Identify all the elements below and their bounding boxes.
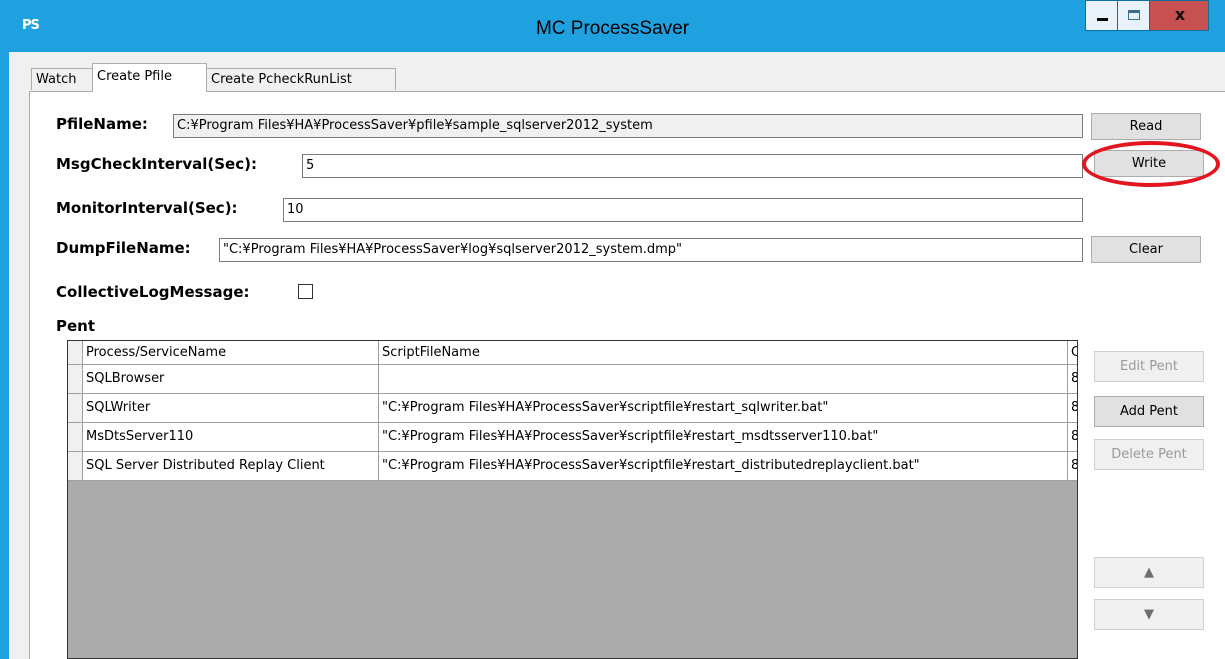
table-row[interactable]: SQLBrowser 8: [68, 365, 1077, 394]
close-icon: x: [1174, 5, 1186, 24]
maximize-icon: [1128, 10, 1140, 20]
move-down-button[interactable]: ▼: [1094, 599, 1204, 630]
tab-create-pfile[interactable]: Create Pfile: [92, 63, 207, 92]
row-header-corner: [68, 341, 83, 364]
process-name-cell[interactable]: SQL Server Distributed Replay Client: [83, 452, 379, 480]
process-name-cell[interactable]: SQLBrowser: [83, 365, 379, 393]
script-file-cell[interactable]: [379, 365, 1068, 393]
pfile-name-label: PfileName:: [56, 115, 148, 133]
tab-create-pcheckrunlist[interactable]: Create PcheckRunList: [206, 68, 396, 90]
edit-pent-button[interactable]: Edit Pent: [1094, 351, 1204, 382]
pent-label: Pent: [56, 317, 96, 335]
arrow-down-icon: ▼: [1144, 607, 1154, 622]
dump-file-name-field[interactable]: "C:¥Program Files¥HA¥ProcessSaver¥log¥sq…: [219, 238, 1083, 262]
minimize-button[interactable]: [1085, 0, 1118, 31]
pent-grid[interactable]: Process/ServiceName ScriptFileName C SQL…: [67, 340, 1078, 659]
collective-log-message-label: CollectiveLogMessage:: [56, 283, 250, 301]
script-file-cell[interactable]: "C:¥Program Files¥HA¥ProcessSaver¥script…: [379, 394, 1068, 422]
process-name-cell[interactable]: MsDtsServer110: [83, 423, 379, 451]
write-highlight-circle: [1082, 141, 1220, 187]
title-bar[interactable]: PS MC ProcessSaver x: [0, 0, 1225, 52]
row-header[interactable]: [68, 423, 83, 451]
script-file-cell[interactable]: "C:¥Program Files¥HA¥ProcessSaver¥script…: [379, 452, 1068, 480]
maximize-button[interactable]: [1117, 0, 1150, 31]
column-header-script-file[interactable]: ScriptFileName: [379, 341, 1068, 364]
table-row[interactable]: MsDtsServer110 "C:¥Program Files¥HA¥Proc…: [68, 423, 1077, 452]
row-header[interactable]: [68, 452, 83, 480]
add-pent-button[interactable]: Add Pent: [1094, 396, 1204, 427]
close-button[interactable]: x: [1149, 0, 1209, 31]
dump-file-name-label: DumpFileName:: [56, 239, 191, 257]
process-name-cell[interactable]: SQLWriter: [83, 394, 379, 422]
arrow-up-icon: ▲: [1144, 565, 1154, 580]
row-header[interactable]: [68, 394, 83, 422]
grid-header-row: Process/ServiceName ScriptFileName C: [68, 341, 1077, 365]
column-header-process-name[interactable]: Process/ServiceName: [83, 341, 379, 364]
monitor-interval-label: MonitorInterval(Sec):: [56, 199, 238, 217]
c-cell[interactable]: 8: [1068, 365, 1077, 393]
delete-pent-button[interactable]: Delete Pent: [1094, 439, 1204, 470]
move-up-button[interactable]: ▲: [1094, 557, 1204, 588]
clear-button[interactable]: Clear: [1091, 236, 1201, 263]
read-button[interactable]: Read: [1091, 113, 1201, 140]
minimize-icon: [1097, 18, 1108, 21]
column-header-c[interactable]: C: [1068, 341, 1077, 364]
c-cell[interactable]: 8: [1068, 452, 1077, 480]
msg-check-interval-field[interactable]: 5: [302, 154, 1083, 178]
window-title: MC ProcessSaver: [535, 18, 690, 39]
monitor-interval-field[interactable]: 10: [283, 198, 1083, 222]
msg-check-interval-label: MsgCheckInterval(Sec):: [56, 155, 257, 173]
tab-watch[interactable]: Watch: [31, 68, 93, 90]
c-cell[interactable]: 8: [1068, 423, 1077, 451]
table-row[interactable]: SQLWriter "C:¥Program Files¥HA¥ProcessSa…: [68, 394, 1077, 423]
table-row[interactable]: SQL Server Distributed Replay Client "C:…: [68, 452, 1077, 481]
script-file-cell[interactable]: "C:¥Program Files¥HA¥ProcessSaver¥script…: [379, 423, 1068, 451]
row-header[interactable]: [68, 365, 83, 393]
c-cell[interactable]: 8: [1068, 394, 1077, 422]
pfile-name-field[interactable]: C:¥Program Files¥HA¥ProcessSaver¥pfile¥s…: [173, 114, 1083, 138]
app-window: PS MC ProcessSaver x Watch Create Pfile …: [0, 0, 1225, 659]
collective-log-message-checkbox[interactable]: [298, 284, 313, 299]
